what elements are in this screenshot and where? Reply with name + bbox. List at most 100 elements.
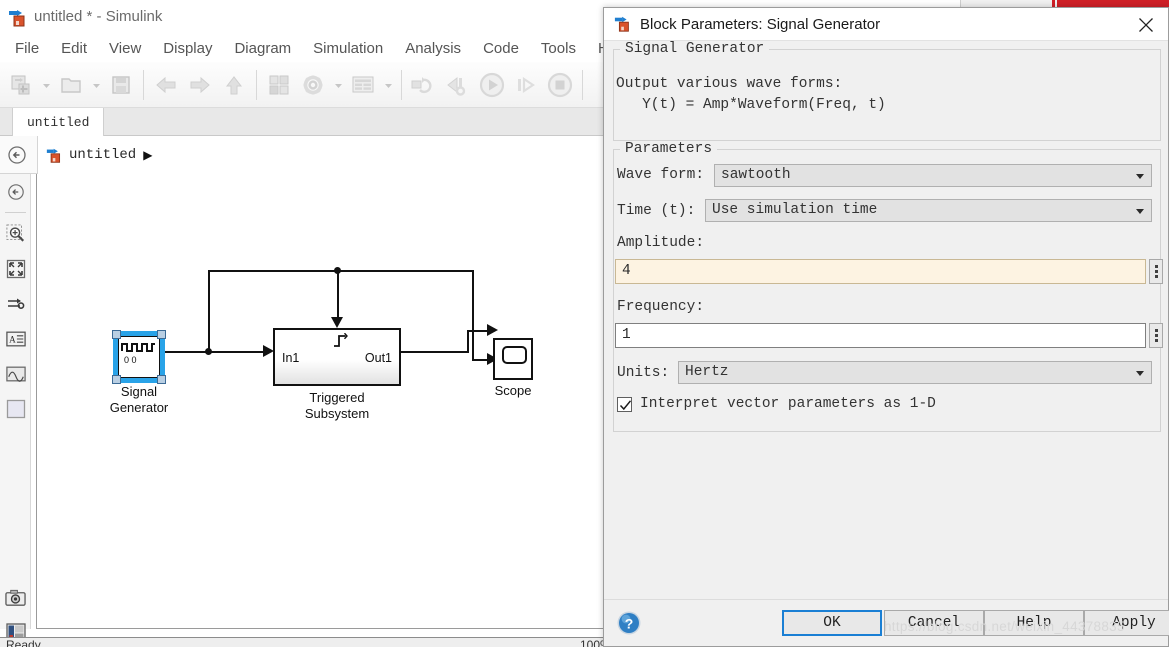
waveform-viewer-button[interactable] xyxy=(0,356,31,391)
triggered-subsystem-label-line1: Triggered xyxy=(309,390,365,405)
checkmark-icon xyxy=(619,399,632,410)
wire-right-down xyxy=(472,270,474,360)
back-button[interactable] xyxy=(149,67,183,103)
menu-item-file[interactable]: File xyxy=(4,36,50,62)
description-group-title: Signal Generator xyxy=(620,41,770,57)
model-explorer-button[interactable] xyxy=(346,67,380,103)
wire-out1 xyxy=(401,351,469,353)
waveform-label: Wave form: xyxy=(617,167,705,183)
model-explorer-dropdown[interactable] xyxy=(380,67,396,103)
interpret-vector-checkbox[interactable] xyxy=(617,396,632,412)
description-line2: Y(t) = Amp*Waveform(Freq, t) xyxy=(616,97,886,113)
dialog-footer: ? OK Cancel Help Apply xyxy=(604,599,1169,646)
time-value: Use simulation time xyxy=(712,202,878,218)
amplitude-input[interactable]: 4 xyxy=(615,259,1146,284)
signal-generator-label-line1: Signal xyxy=(120,384,158,399)
interpret-vector-checkbox-row[interactable]: Interpret vector parameters as 1-D xyxy=(617,396,936,412)
waveform-select[interactable]: sawtooth xyxy=(714,164,1152,187)
blank-area-button[interactable] xyxy=(0,391,31,426)
scope-block[interactable] xyxy=(493,338,533,380)
menu-item-diagram[interactable]: Diagram xyxy=(223,36,302,62)
menu-item-analysis[interactable]: Analysis xyxy=(394,36,472,62)
resize-handle-ne[interactable] xyxy=(157,330,166,339)
up-to-parent-button[interactable] xyxy=(217,67,251,103)
toolbar-divider xyxy=(401,70,402,100)
fit-to-view-button[interactable] xyxy=(0,251,31,286)
scope-label: Scope xyxy=(494,383,532,398)
open-model-dropdown[interactable] xyxy=(88,67,104,103)
fast-restart-button[interactable] xyxy=(441,67,475,103)
resize-handle-sw[interactable] xyxy=(112,375,121,384)
text-annotation-button[interactable]: A xyxy=(0,321,31,356)
ok-button[interactable]: OK xyxy=(782,610,882,636)
save-button[interactable] xyxy=(104,67,138,103)
help-question-icon[interactable]: ? xyxy=(616,610,642,636)
wire-out1-rise xyxy=(467,330,469,352)
signal-generator-label-line2: Generator xyxy=(109,400,169,415)
help-button[interactable]: Help xyxy=(984,610,1084,636)
new-model-dropdown[interactable] xyxy=(38,67,54,103)
arrowhead-scope-in1-icon xyxy=(487,324,498,336)
menu-item-edit[interactable]: Edit xyxy=(50,36,98,62)
run-button[interactable] xyxy=(475,67,509,103)
units-value: Hertz xyxy=(685,364,729,380)
description-line1: Output various wave forms: xyxy=(616,76,843,92)
resize-handle-nw[interactable] xyxy=(112,330,121,339)
signal-routing-button[interactable] xyxy=(0,286,31,321)
model-configuration-button[interactable] xyxy=(296,67,330,103)
signal-generator-block[interactable]: 0 0 xyxy=(112,330,166,384)
interpret-vector-label: Interpret vector parameters as 1-D xyxy=(640,396,936,412)
toolbar-divider xyxy=(256,70,257,100)
resize-handle-se[interactable] xyxy=(157,375,166,384)
toolbar-divider xyxy=(143,70,144,100)
units-select[interactable]: Hertz xyxy=(678,361,1152,384)
close-icon[interactable] xyxy=(1124,8,1168,41)
stop-button[interactable] xyxy=(543,67,577,103)
open-model-button[interactable] xyxy=(54,67,88,103)
frequency-label: Frequency: xyxy=(617,299,705,315)
parameters-group-title: Parameters xyxy=(620,141,718,157)
leftbar-divider xyxy=(4,212,26,213)
waveform-value: sawtooth xyxy=(721,167,791,183)
step-forward-button[interactable] xyxy=(509,67,543,103)
time-label: Time (t): xyxy=(617,203,696,219)
description-group xyxy=(613,49,1161,141)
wire-to-trigger xyxy=(337,270,339,322)
model-configuration-dropdown[interactable] xyxy=(330,67,346,103)
triggered-subsystem-block[interactable]: In1 Out1 xyxy=(273,328,401,386)
svg-text:0 0: 0 0 xyxy=(124,355,137,365)
forward-button[interactable] xyxy=(183,67,217,103)
frequency-input[interactable]: 1 xyxy=(615,323,1146,348)
signal-generator-body: 0 0 xyxy=(118,336,160,378)
wire-to-in1 xyxy=(208,351,266,353)
svg-text:?: ? xyxy=(625,615,634,631)
tab-untitled[interactable]: untitled xyxy=(12,108,105,136)
amplitude-value: 4 xyxy=(622,263,631,279)
library-browser-button[interactable] xyxy=(262,67,296,103)
camera-button[interactable] xyxy=(0,580,31,615)
menu-item-code[interactable]: Code xyxy=(472,36,530,62)
time-select[interactable]: Use simulation time xyxy=(705,199,1152,222)
zoom-in-button[interactable] xyxy=(0,216,31,251)
navigate-back-button[interactable] xyxy=(0,174,31,209)
menu-item-simulation[interactable]: Simulation xyxy=(302,36,394,62)
breadcrumb-model-name: untitled xyxy=(69,147,137,163)
simulink-model-icon xyxy=(46,147,63,164)
chevron-down-icon xyxy=(1136,209,1144,214)
apply-button[interactable]: Apply xyxy=(1084,610,1169,636)
menu-item-view[interactable]: View xyxy=(98,36,152,62)
cancel-button[interactable]: Cancel xyxy=(884,610,984,636)
chevron-down-icon xyxy=(1136,371,1144,376)
update-model-button[interactable] xyxy=(407,67,441,103)
amplitude-stepper[interactable] xyxy=(1149,259,1163,284)
rising-edge-trigger-icon xyxy=(334,333,348,347)
breadcrumb-chevron-icon[interactable]: ▶ xyxy=(143,148,152,162)
menu-item-tools[interactable]: Tools xyxy=(530,36,587,62)
back-circle-icon[interactable] xyxy=(7,145,27,165)
window-title: untitled * - Simulink xyxy=(34,8,163,25)
frequency-stepper[interactable] xyxy=(1149,323,1163,348)
toolbar-divider xyxy=(582,70,583,100)
dialog-body: Signal Generator Output various wave for… xyxy=(604,41,1168,601)
new-model-button[interactable] xyxy=(4,67,38,103)
menu-item-display[interactable]: Display xyxy=(152,36,223,62)
